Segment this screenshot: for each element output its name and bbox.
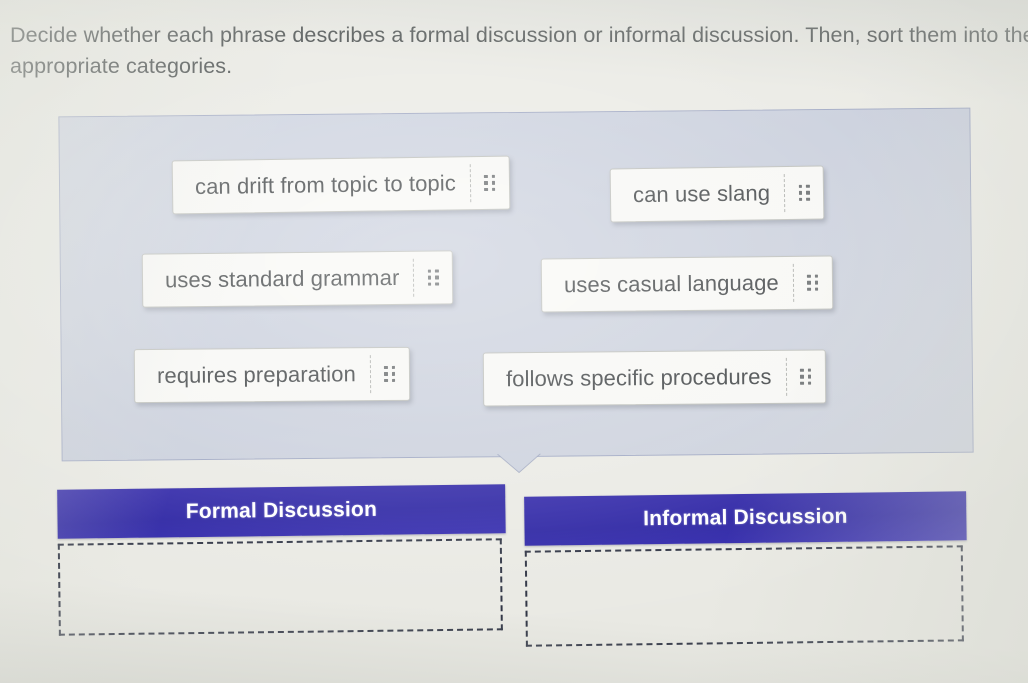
- tile-label: requires preparation: [156, 361, 357, 389]
- dropzone-formal-discussion[interactable]: [57, 538, 503, 636]
- drag-dots-icon[interactable]: [786, 350, 824, 404]
- instructions-text: Decide whether each phrase describes a f…: [10, 23, 1028, 78]
- tile-body[interactable]: requires preparation: [133, 346, 411, 404]
- draggable-tile-can-drift-from-topic-to-topic[interactable]: can drift from topic to topic: [171, 155, 511, 215]
- tile-label: uses casual language: [563, 270, 779, 298]
- category-informal-discussion: Informal Discussion: [524, 491, 968, 647]
- drag-dots-icon[interactable]: [471, 156, 510, 211]
- drag-dots-icon[interactable]: [785, 166, 824, 221]
- category-formal-discussion: Formal Discussion: [57, 484, 507, 636]
- dropzone-informal-discussion[interactable]: [524, 545, 964, 647]
- tile-body[interactable]: can use slang: [609, 165, 825, 223]
- drag-dots-icon[interactable]: [371, 347, 409, 401]
- category-header-informal: Informal Discussion: [524, 491, 967, 546]
- tile-body[interactable]: uses casual language: [540, 255, 834, 313]
- tile-label: uses standard grammar: [164, 264, 400, 293]
- draggable-tile-requires-preparation[interactable]: requires preparation: [133, 346, 411, 404]
- draggable-tile-can-use-slang[interactable]: can use slang: [609, 165, 825, 223]
- draggable-tile-uses-standard-grammar[interactable]: uses standard grammar: [141, 250, 454, 308]
- draggable-tile-follows-specific-procedures[interactable]: follows specific procedures: [482, 349, 826, 407]
- tile-body[interactable]: can drift from topic to topic: [171, 155, 511, 215]
- drag-dots-icon[interactable]: [794, 255, 833, 309]
- draggable-tile-uses-casual-language[interactable]: uses casual language: [540, 255, 834, 313]
- panel-notch-arrow: [496, 452, 542, 473]
- tile-label: can use slang: [632, 180, 771, 208]
- drag-dots-icon[interactable]: [414, 250, 453, 304]
- tile-label: follows specific procedures: [505, 363, 772, 392]
- tile-body[interactable]: uses standard grammar: [141, 250, 454, 308]
- category-header-formal: Formal Discussion: [57, 484, 506, 539]
- tile-label: can drift from topic to topic: [194, 170, 457, 200]
- tile-body[interactable]: follows specific procedures: [482, 349, 826, 407]
